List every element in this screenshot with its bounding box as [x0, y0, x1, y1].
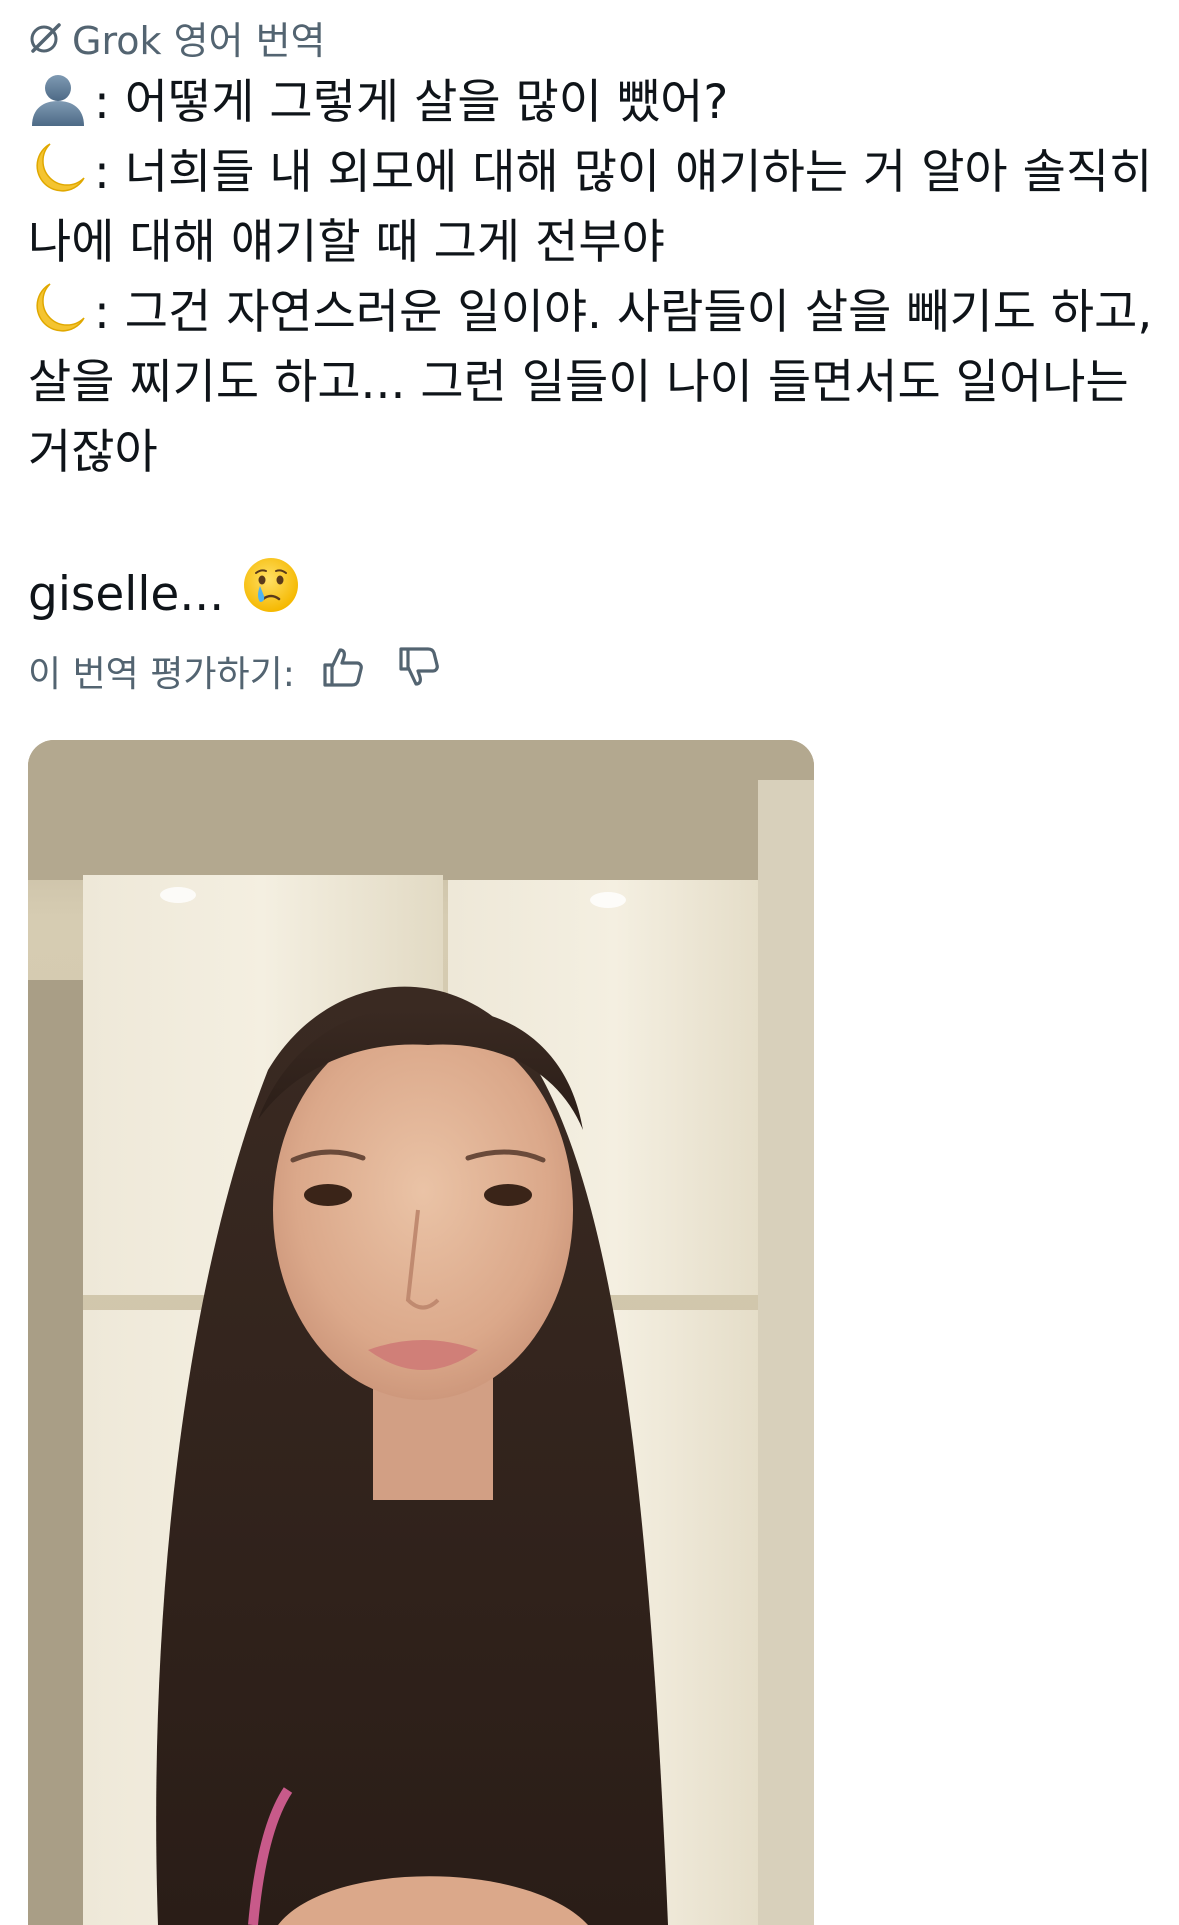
- grok-icon: [28, 21, 62, 55]
- dialogue-line: : 어떻게 그렇게 살을 많이 뺐어?: [28, 68, 1158, 138]
- dialogue-line: : 그건 자연스러운 일이야. 사람들이 살을 빼기도 하고,: [28, 278, 1158, 348]
- line-text: : 그건 자연스러운 일이야. 사람들이 살을 빼기도 하고,: [94, 285, 1153, 340]
- video-thumbnail[interactable]: [28, 740, 814, 1925]
- translation-header: Grok 영어 번역: [28, 10, 326, 65]
- dialogue-line: 살을 찌기도 하고... 그런 일들이 나이 들면서도 일어나는: [28, 348, 1158, 418]
- person-silhouette-icon: [28, 68, 88, 128]
- rate-label: 이 번역 평가하기:: [28, 654, 295, 695]
- line-text: : 어떻게 그렇게 살을 많이 뺐어?: [94, 75, 729, 130]
- line-text: 살을 찌기도 하고... 그런 일들이 나이 들면서도 일어나는: [28, 355, 1129, 410]
- dialogue-line: 나에 대해 얘기할 때 그게 전부야: [28, 208, 1158, 278]
- line-text: 거잖아: [28, 425, 158, 480]
- translation-label: Grok 영어 번역: [72, 19, 326, 63]
- crying-face-icon: [242, 556, 300, 634]
- thumbs-up-button[interactable]: [317, 645, 369, 697]
- thumbs-down-button[interactable]: [393, 645, 445, 697]
- crescent-moon-icon: [28, 138, 88, 198]
- signature-text: giselle...: [28, 567, 225, 622]
- dialogue-line: 거잖아: [28, 418, 1158, 488]
- rate-translation-row: 이 번역 평가하기:: [28, 645, 445, 697]
- post-body: : 어떻게 그렇게 살을 많이 뺐어? : 너희들 내 외모에 대해 많이 얘기…: [28, 68, 1158, 488]
- thumbs-down-icon: [397, 645, 441, 698]
- crescent-moon-icon: [28, 278, 88, 338]
- line-text: : 너희들 내 외모에 대해 많이 얘기하는 거 알아 솔직히: [94, 145, 1153, 200]
- signature-line: giselle...: [28, 556, 300, 634]
- video-frame-image: [28, 740, 814, 1925]
- dialogue-line: : 너희들 내 외모에 대해 많이 얘기하는 거 알아 솔직히: [28, 138, 1158, 208]
- line-text: 나에 대해 얘기할 때 그게 전부야: [28, 215, 665, 270]
- thumbs-up-icon: [321, 645, 365, 698]
